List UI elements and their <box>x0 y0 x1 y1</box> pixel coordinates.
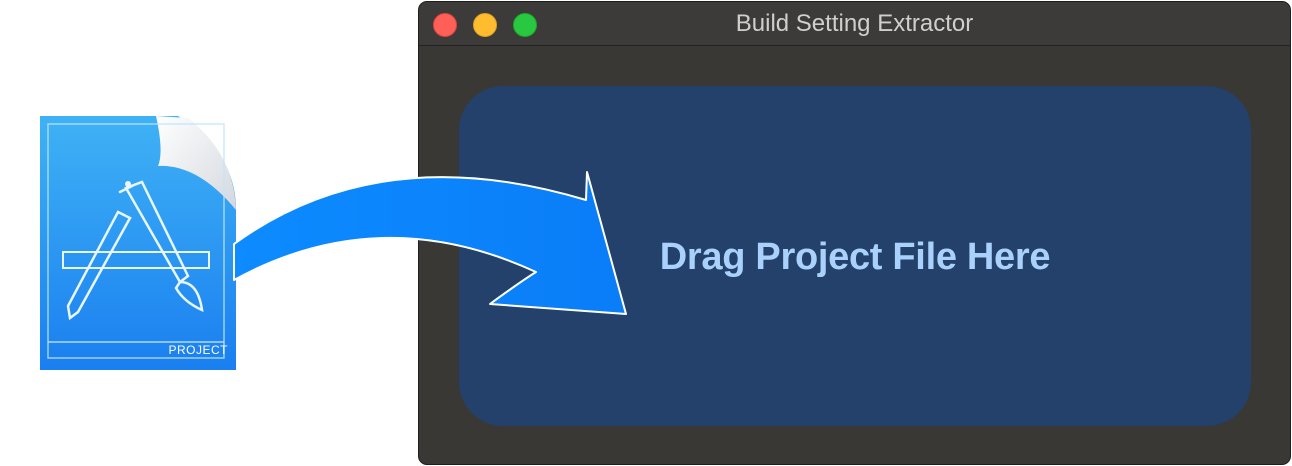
stage: PROJECT Build Setting Extractor Drag Pro… <box>0 0 1292 466</box>
file-type-label: PROJECT <box>168 343 228 357</box>
drop-zone[interactable]: Drag Project File Here <box>459 86 1251 426</box>
title-bar[interactable]: Build Setting Extractor <box>419 2 1290 46</box>
app-window: Build Setting Extractor Drag Project Fil… <box>418 1 1291 465</box>
drop-zone-label: Drag Project File Here <box>659 236 1051 278</box>
xcode-project-file-icon[interactable]: PROJECT <box>38 114 238 372</box>
window-title: Build Setting Extractor <box>735 10 974 37</box>
